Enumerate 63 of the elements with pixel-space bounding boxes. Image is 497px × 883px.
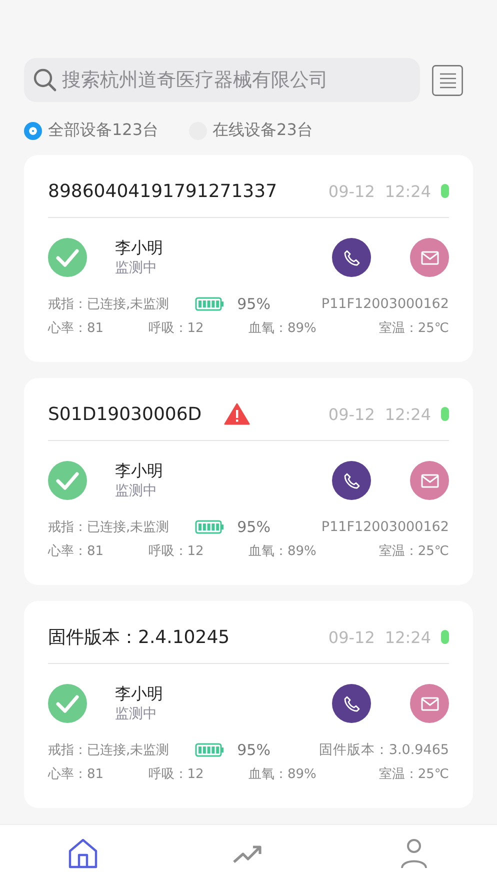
vital-reading: 心率：81 xyxy=(48,320,105,337)
vital-reading: 室温：25℃ xyxy=(378,766,449,783)
device-info: 固件版本：3.0.9465 xyxy=(318,741,449,759)
time-text: 12:24 xyxy=(384,404,431,424)
status-text: 监测中 xyxy=(115,482,158,500)
mail-button[interactable] xyxy=(410,461,449,500)
time-text: 12:24 xyxy=(384,628,431,646)
mail-icon xyxy=(420,696,438,710)
device-title: S01D19030006D xyxy=(48,404,202,424)
mail-icon xyxy=(420,474,438,488)
time-text: 12:24 xyxy=(384,182,431,200)
device-info: P11F12003000162 xyxy=(321,296,449,312)
person-name: 李小明 xyxy=(115,461,163,482)
filter-radio[interactable]: 全部设备123台 xyxy=(24,120,159,141)
ring-status: 戒指：已连接,未监测 xyxy=(48,742,170,759)
device-title: 89860404191791271337 xyxy=(48,180,278,202)
vital-reading: 心率：81 xyxy=(48,766,105,783)
vital-reading: 血氧：89% xyxy=(248,543,318,560)
device-card[interactable]: 89860404191791271337 09-12 12:24 李小明 监测中 戒指：已连接,未监测 95% P11F12003000162 心率：81 呼吸：12 血氧：89% 室温：25℃ xyxy=(24,155,473,362)
ring-status: 戒指：已连接,未监测 xyxy=(48,296,170,313)
phone-icon xyxy=(342,694,360,712)
call-button[interactable] xyxy=(332,684,371,723)
vital-reading: 室温：25℃ xyxy=(378,320,449,337)
battery-icon xyxy=(195,743,226,757)
vital-reading: 室温：25℃ xyxy=(378,543,449,560)
device-title: 固件版本：2.4.10245 xyxy=(48,626,230,649)
vital-reading: 血氧：89% xyxy=(248,766,318,783)
device-info: P11F12003000162 xyxy=(321,519,449,535)
check-icon xyxy=(48,684,87,723)
date-text: 09-12 xyxy=(328,182,375,200)
vital-reading: 呼吸：12 xyxy=(148,766,205,783)
check-icon xyxy=(48,238,87,277)
vital-reading: 呼吸：12 xyxy=(148,320,205,337)
mail-button[interactable] xyxy=(410,684,449,723)
device-card[interactable]: 固件版本：2.4.10245 09-12 12:24 李小明 监测中 戒指：已连接,未监测 95% 固件版本：3.0.9465 心率：81 呼吸：12 血氧：89% 室温：25℃ xyxy=(24,601,473,808)
vital-reading: 心率：81 xyxy=(48,543,105,560)
battery-icon xyxy=(195,520,226,534)
date-text: 09-12 xyxy=(328,628,375,646)
mail-icon xyxy=(420,250,438,264)
call-button[interactable] xyxy=(332,461,371,500)
ring-status: 戒指：已连接,未监测 xyxy=(48,519,170,536)
vital-reading: 呼吸：12 xyxy=(148,543,205,560)
phone-icon xyxy=(342,472,360,490)
mail-button[interactable] xyxy=(410,238,449,277)
device-card[interactable]: S01D19030006D 09-12 12:24 李小明 监测中 戒指：已连接,未监测 95% P11F12003000162 心率：81 呼吸：12 血氧：89% 室温：25℃ xyxy=(24,378,473,585)
battery-icon xyxy=(195,297,226,311)
call-button[interactable] xyxy=(332,238,371,277)
battery-percent: 95% xyxy=(237,741,270,759)
phone-icon xyxy=(342,248,360,266)
date-text: 09-12 xyxy=(328,404,375,424)
filter-radio[interactable]: 在线设备23台 xyxy=(188,120,313,141)
status-text: 监测中 xyxy=(115,259,158,277)
search-field[interactable]: 搜索杭州道奇医疗器械有限公司 xyxy=(24,58,420,102)
status-text: 监测中 xyxy=(115,705,158,723)
menu-icon[interactable] xyxy=(432,64,463,96)
check-icon xyxy=(48,461,87,500)
search-icon xyxy=(32,67,58,93)
person-name: 李小明 xyxy=(115,238,163,259)
vital-reading: 血氧：89% xyxy=(248,320,318,337)
battery-percent: 95% xyxy=(237,518,270,536)
battery-percent: 95% xyxy=(237,295,270,313)
person-name: 李小明 xyxy=(115,684,163,705)
warning-icon xyxy=(224,403,250,425)
